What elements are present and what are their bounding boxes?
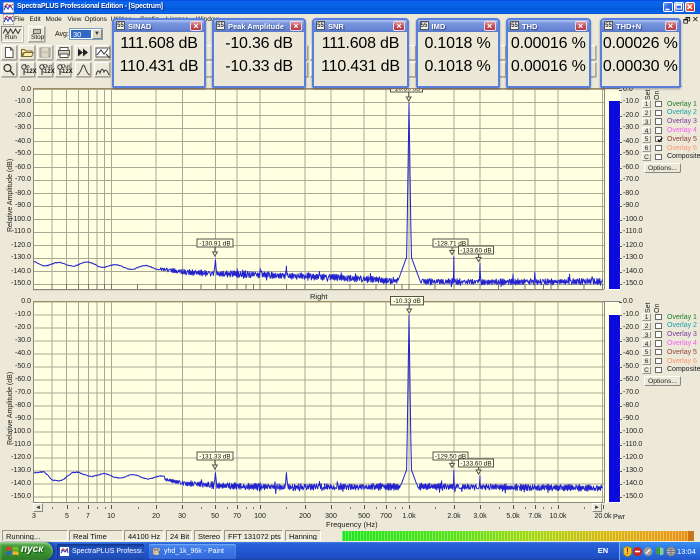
svg-text:!: !: [626, 547, 629, 556]
svg-text:-133.60 dB: -133.60 dB: [460, 460, 491, 467]
svg-text:-133.60 dB: -133.60 dB: [460, 247, 491, 254]
svg-text:-130.91 dB: -130.91 dB: [199, 240, 230, 247]
svg-text:-131.33 dB: -131.33 dB: [199, 453, 230, 460]
